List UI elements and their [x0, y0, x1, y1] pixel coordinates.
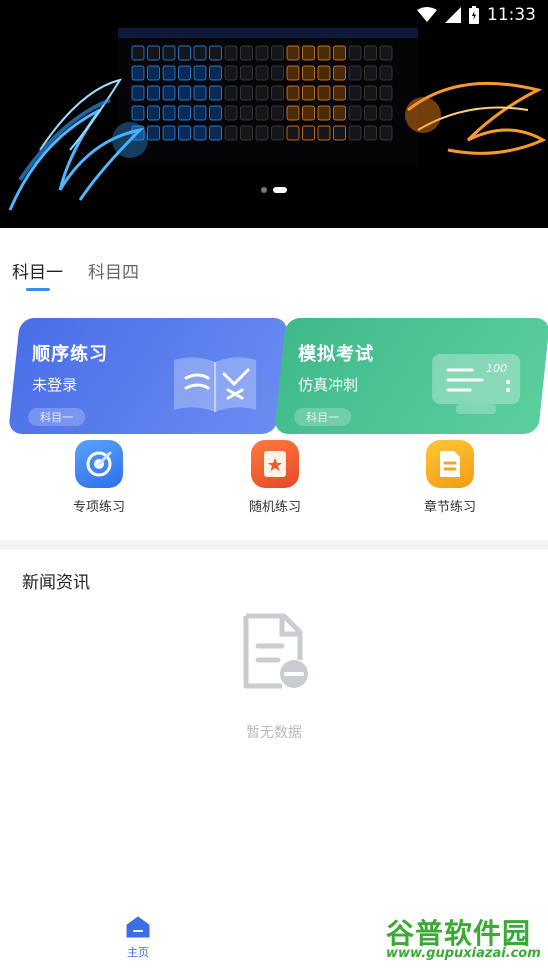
- quick-label: 专项练习: [72, 500, 125, 515]
- nav-item-home[interactable]: 主页: [118, 916, 158, 960]
- carousel-dot-active[interactable]: [273, 187, 287, 193]
- news-section-title: 新闻资讯: [22, 573, 90, 593]
- carousel-indicator: [0, 187, 548, 193]
- card-title: 模拟考试: [298, 344, 375, 365]
- card-tag: 科目一: [28, 408, 86, 426]
- document-icon: [426, 440, 474, 488]
- home-icon: [126, 916, 150, 938]
- tab-subject-four[interactable]: 科目四: [88, 258, 139, 294]
- empty-state-text: 暂无数据: [246, 725, 302, 741]
- random-card-icon: [251, 440, 299, 488]
- quick-actions: 专项练习 随机练习 章节练习: [0, 440, 548, 520]
- keyboard-image: [118, 28, 418, 164]
- special-practice-button[interactable]: 专项练习: [49, 440, 149, 515]
- status-bar: 11:33: [0, 0, 548, 30]
- random-practice-button[interactable]: 随机练习: [225, 440, 325, 515]
- watermark-url: www.gupuxiazai.com: [386, 946, 541, 961]
- sequential-practice-card[interactable]: 顺序练习 未登录 科目一: [8, 318, 289, 434]
- watermark: 谷普软件园 www.gupuxiazai.com: [382, 912, 546, 968]
- card-subtitle: 仿真冲刺: [298, 376, 359, 394]
- wifi-icon: [417, 7, 437, 22]
- carousel-dot[interactable]: [261, 187, 267, 193]
- orange-flame-decoration: [405, 81, 547, 155]
- banner-carousel[interactable]: 11:33: [0, 0, 548, 228]
- card-title: 顺序练习: [32, 344, 109, 365]
- signal-icon: [445, 7, 461, 23]
- card-tag: 科目一: [294, 408, 352, 426]
- quick-label: 章节练习: [423, 500, 476, 515]
- mock-exam-card[interactable]: 模拟考试 仿真冲刺 科目一 100: [274, 318, 548, 434]
- open-book-icon: [174, 357, 257, 412]
- target-icon: [75, 440, 123, 488]
- tab-subject-one[interactable]: 科目一: [12, 258, 63, 294]
- section-divider: [0, 540, 548, 550]
- svg-text:100: 100: [486, 362, 507, 375]
- status-time: 11:33: [487, 5, 536, 25]
- blue-flame-decoration: [8, 78, 148, 211]
- chapter-practice-button[interactable]: 章节练习: [400, 440, 500, 515]
- quick-label: 随机练习: [248, 500, 301, 515]
- empty-document-icon: [243, 613, 308, 689]
- monitor-score-icon: 100: [432, 354, 521, 414]
- subject-tabs: 科目一 科目四: [12, 258, 139, 294]
- card-subtitle: 未登录: [32, 376, 78, 394]
- battery-icon: [469, 6, 479, 24]
- nav-item-label: 主页: [127, 946, 149, 959]
